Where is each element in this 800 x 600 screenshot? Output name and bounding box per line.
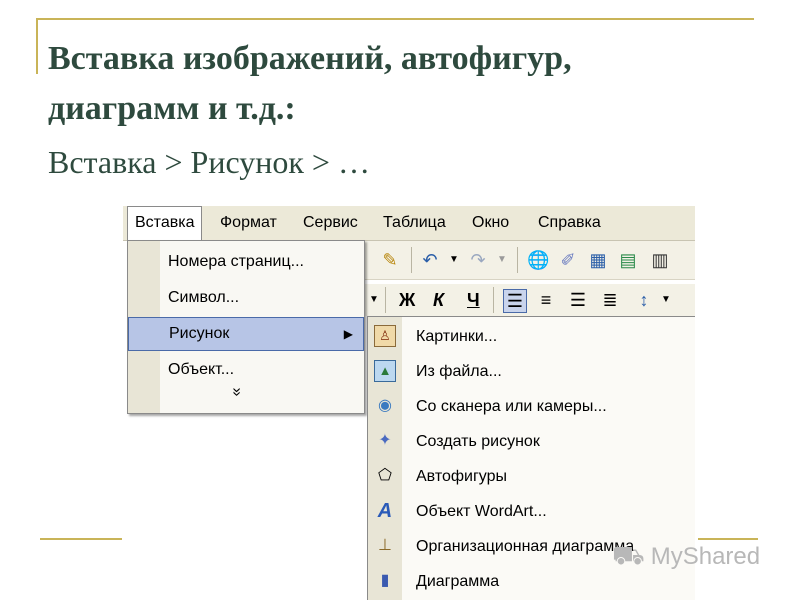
- menu-item-label: Со сканера или камеры...: [416, 398, 607, 415]
- menu-item-label: Объект WordArt...: [416, 503, 547, 520]
- menu-insert[interactable]: Вставка: [127, 206, 203, 240]
- menu-item-label: Из файла...: [416, 363, 502, 380]
- menu-item-label: Организационная диаграмма: [416, 538, 635, 555]
- scanner-icon: ◉: [378, 397, 392, 414]
- picture-from-file[interactable]: ▲ Из файла...: [368, 354, 695, 389]
- picture-wordart[interactable]: A Объект WordArt...: [368, 494, 695, 529]
- menu-item-label: Картинки...: [416, 328, 498, 345]
- insert-symbol[interactable]: Символ...: [128, 281, 364, 315]
- undo-icon[interactable]: ↶: [419, 249, 441, 271]
- bold-button[interactable]: Ж: [399, 288, 415, 312]
- redo-icon[interactable]: ↷: [467, 249, 489, 271]
- picture-clipart[interactable]: ♙ Картинки...: [368, 319, 695, 354]
- word-screenshot: Вставка Формат Сервис Таблица Окно Справ…: [123, 206, 695, 600]
- menu-table[interactable]: Таблица: [376, 206, 453, 240]
- format-painter-icon[interactable]: ✎: [379, 249, 401, 271]
- picture-autoshapes[interactable]: ⬠ Автофигуры: [368, 459, 695, 494]
- wordart-icon: A: [377, 500, 393, 522]
- insert-picture[interactable]: Рисунок ▶: [128, 317, 364, 351]
- italic-button[interactable]: К: [433, 288, 444, 312]
- menu-item-label: Номера страниц...: [168, 253, 304, 270]
- autoshapes-icon: ⬠: [378, 467, 392, 484]
- line-spacing-icon[interactable]: ↕: [633, 289, 655, 311]
- title-line-2: диаграмм и т.д.:: [48, 90, 296, 127]
- table-icon[interactable]: ▦: [587, 249, 609, 271]
- clipart-icon: ♙: [374, 325, 396, 347]
- line-spacing-dropdown-icon[interactable]: ▼: [655, 289, 677, 311]
- menu-item-label: Диаграмма: [416, 573, 500, 590]
- new-drawing-icon: ✦: [378, 432, 392, 449]
- menubar: Вставка Формат Сервис Таблица Окно Справ…: [123, 206, 695, 241]
- drawing-icon[interactable]: ✐: [557, 249, 579, 271]
- picture-from-scanner[interactable]: ◉ Со сканера или камеры...: [368, 389, 695, 424]
- undo-dropdown-icon[interactable]: ▼: [443, 249, 465, 271]
- toolbar-separator: [493, 287, 494, 313]
- picture-new-drawing[interactable]: ✦ Создать рисунок: [368, 424, 695, 459]
- bottom-left-rule: [40, 538, 122, 540]
- submenu-arrow-icon: ▶: [343, 327, 353, 341]
- align-center-icon[interactable]: ≡: [535, 289, 557, 311]
- title-line-1: Вставка изображений, автофигур,: [48, 40, 572, 77]
- watermark: ⛟ MyShared: [612, 538, 772, 572]
- left-rule: [36, 18, 38, 74]
- hyperlink-icon[interactable]: 🌐: [527, 249, 549, 271]
- align-right-icon[interactable]: ☰: [567, 289, 589, 311]
- watermark-text: MyShared: [650, 543, 761, 570]
- justify-icon[interactable]: ≣: [599, 289, 621, 311]
- underline-button[interactable]: Ч: [467, 288, 480, 312]
- menu-item-label: Объект...: [168, 361, 235, 378]
- toolbar-separator: [517, 247, 518, 273]
- insert-object[interactable]: Объект...: [128, 353, 364, 387]
- subtitle: Вставка > Рисунок > …: [48, 144, 370, 180]
- formatting-toolbar: ▼ Ж К Ч ☰ ≡ ☰ ≣ ↕ ▼: [363, 284, 695, 316]
- menu-format[interactable]: Формат: [213, 206, 284, 240]
- excel-icon[interactable]: ▤: [617, 249, 639, 271]
- menu-service[interactable]: Сервис: [296, 206, 365, 240]
- toolbar-separator: [385, 287, 386, 313]
- font-size-dropdown-icon[interactable]: ▼: [363, 289, 385, 311]
- menu-item-label: Символ...: [168, 289, 240, 306]
- align-left-icon[interactable]: ☰: [503, 289, 527, 313]
- standard-toolbar: ✎ ↶ ▼ ↷ ▼ 🌐 ✐ ▦ ▤ ▥: [363, 241, 695, 280]
- chart-icon: ▮: [380, 572, 390, 589]
- org-chart-icon: ⊥: [378, 537, 392, 554]
- watermark-cart-icon: ⛟: [612, 540, 645, 570]
- menu-window[interactable]: Окно: [465, 206, 516, 240]
- menu-item-label: Автофигуры: [416, 468, 508, 485]
- slide-title: Вставка изображений, автофигур, диаграмм…: [48, 34, 778, 188]
- insert-page-numbers[interactable]: Номера страниц...: [128, 245, 364, 279]
- columns-icon[interactable]: ▥: [649, 249, 671, 271]
- menu-help[interactable]: Справка: [531, 206, 608, 240]
- toolbar-separator: [411, 247, 412, 273]
- expand-menu-chevron-icon[interactable]: »: [227, 388, 245, 397]
- picture-file-icon: ▲: [374, 360, 396, 382]
- menu-item-label: Создать рисунок: [416, 433, 540, 450]
- redo-dropdown-icon[interactable]: ▼: [491, 249, 513, 271]
- menu-item-label: Рисунок: [169, 325, 230, 342]
- insert-menu: Номера страниц... Символ... Рисунок ▶ Об…: [127, 240, 365, 414]
- top-rule: [36, 18, 754, 20]
